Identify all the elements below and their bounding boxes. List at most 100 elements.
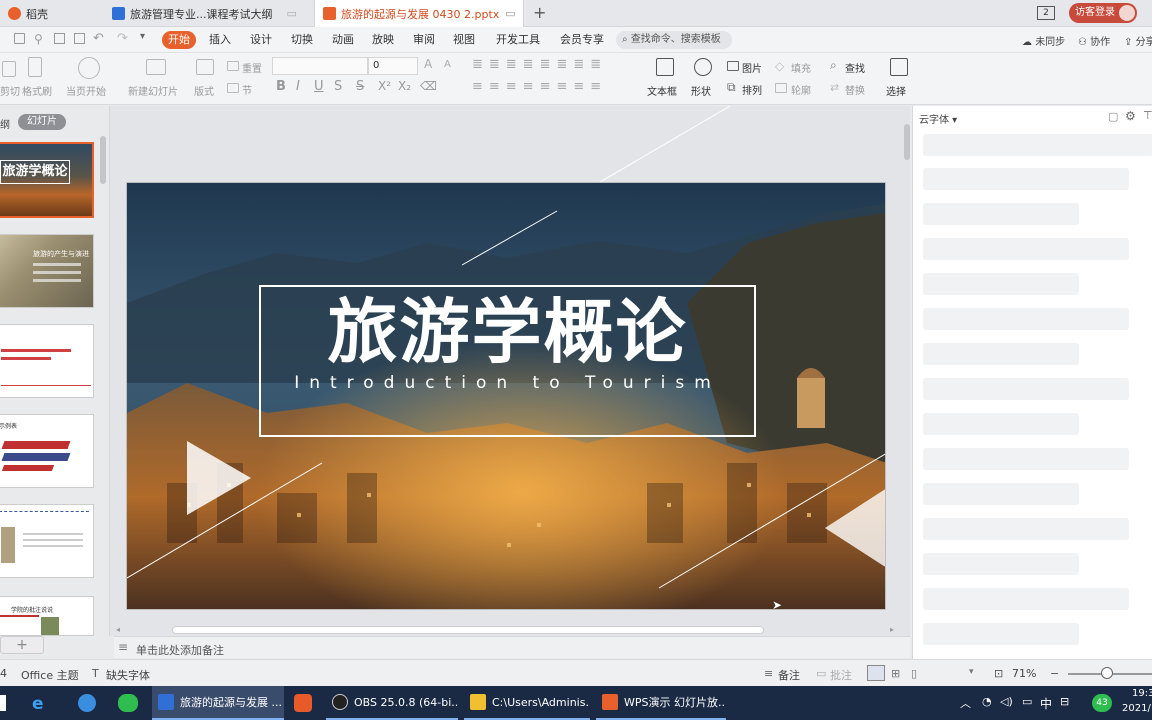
page-count-indicator[interactable]: 2	[1037, 6, 1055, 20]
menu-review[interactable]: 审阅	[407, 31, 441, 49]
zoom-level[interactable]: 71%	[1012, 667, 1036, 680]
command-search[interactable]: ⌕ 查找命令、搜索模板	[616, 31, 732, 49]
slide-thumb-6[interactable]: 学院的批注说说	[0, 596, 94, 636]
network-icon[interactable]: ◔	[982, 695, 992, 708]
grid-view-icon[interactable]: ⊞	[891, 667, 900, 680]
brave-browser-icon[interactable]	[294, 694, 312, 712]
redo-icon[interactable]: ↷	[117, 31, 128, 46]
shadow-icon[interactable]: S	[334, 79, 342, 94]
fit-window-icon[interactable]: ⊡	[994, 667, 1003, 680]
zoom-out-icon[interactable]: −	[1050, 667, 1059, 680]
slide-1[interactable]: 旅游学概论 Introduction to Tourism	[126, 182, 886, 610]
settings-gear-icon[interactable]: ⚙	[1125, 109, 1136, 123]
bold-icon[interactable]: B	[276, 79, 286, 94]
print-preview-icon[interactable]	[74, 33, 85, 44]
canvas-vertical-scrollbar[interactable]	[904, 124, 910, 160]
increase-font-icon[interactable]: A	[424, 57, 432, 71]
fill-icon[interactable]: ◇	[775, 59, 784, 73]
quick-access-dropdown-icon[interactable]: ▾	[140, 31, 145, 42]
volume-icon[interactable]: ◁)	[1000, 695, 1013, 708]
cloud-save-icon[interactable]: ⚲	[34, 32, 43, 46]
format-painter-icon[interactable]	[28, 57, 42, 77]
slide-thumb-2[interactable]: 旅游的产生与演进	[0, 234, 94, 308]
tray-expand-icon[interactable]: ︿	[960, 695, 971, 711]
replace-icon[interactable]: ⇄	[830, 81, 839, 94]
ie-browser-icon[interactable]: e	[32, 694, 44, 714]
strikethrough-icon[interactable]: S	[356, 79, 364, 94]
menu-view[interactable]: 视图	[447, 31, 481, 49]
reset-icon[interactable]	[227, 61, 239, 71]
task-explorer[interactable]: C:\Users\Adminis...	[464, 686, 590, 720]
outline-icon[interactable]	[775, 83, 787, 93]
menu-transition[interactable]: 切换	[285, 31, 319, 49]
arrange-icon[interactable]: ⧉	[727, 80, 736, 95]
menu-animation[interactable]: 动画	[326, 31, 360, 49]
menu-design[interactable]: 设计	[244, 31, 278, 49]
tray-notification-badge[interactable]: 43	[1092, 694, 1112, 712]
section-icon[interactable]	[227, 83, 239, 93]
theme-name[interactable]: Office 主题	[21, 667, 79, 683]
ime-indicator[interactable]: 中	[1040, 695, 1052, 712]
underline-icon[interactable]: U	[314, 79, 324, 94]
slide-thumb-5[interactable]	[0, 504, 94, 578]
new-tab-button[interactable]: +	[533, 3, 546, 22]
select-icon[interactable]	[890, 58, 908, 76]
shape-icon[interactable]	[694, 58, 712, 76]
visitor-login-button[interactable]: 访客登录	[1069, 3, 1137, 23]
thumbnail-scrollbar[interactable]	[100, 136, 106, 184]
textbox-icon[interactable]	[656, 58, 674, 76]
task-wps-presentation[interactable]: WPS演示 幻灯片放...	[596, 686, 726, 720]
start-icon[interactable]	[0, 695, 6, 711]
find-icon[interactable]: ⌕	[830, 58, 837, 73]
list-tools-row[interactable]: ≣≣≣≣≣≣≣≣	[472, 57, 607, 72]
outline-tab[interactable]: 纲	[0, 116, 10, 131]
canvas-horizontal-scrollbar[interactable]	[172, 626, 764, 634]
share-button[interactable]: ⇪ 分享	[1124, 33, 1152, 48]
clear-format-icon[interactable]: ⌫	[420, 79, 437, 93]
slide-subtitle[interactable]: Introduction to Tourism	[259, 373, 756, 393]
notes-pane[interactable]: ≡ 单击此处添加备注	[114, 636, 910, 658]
play-from-current-icon[interactable]	[78, 57, 100, 79]
slides-tab[interactable]: 幻灯片	[18, 114, 66, 130]
superscript-icon[interactable]: X²	[378, 79, 391, 93]
app-circle-icon[interactable]	[78, 694, 96, 712]
slide-thumb-1[interactable]: 旅游学概论	[0, 142, 94, 218]
zoom-slider-thumb[interactable]	[1101, 667, 1113, 679]
reading-view-icon[interactable]: ▯	[911, 667, 917, 680]
wechat-icon[interactable]	[118, 694, 138, 712]
task-obs[interactable]: OBS 25.0.8 (64-bi...	[326, 686, 458, 720]
layout-icon[interactable]	[196, 59, 214, 75]
play-dropdown-icon[interactable]: ▾	[969, 667, 974, 677]
scroll-right-icon[interactable]: ▸	[890, 625, 894, 634]
slide-title[interactable]: 旅游学概论	[259, 287, 756, 377]
italic-icon[interactable]: I	[296, 79, 300, 94]
tab-pptx-active[interactable]: 旅游的起源与发展 0430 2.pptx ▭ ✕	[314, 0, 524, 27]
comment-icon[interactable]: ▢	[1108, 110, 1118, 123]
slide-thumb-4[interactable]: 示例表	[0, 414, 94, 488]
menu-home[interactable]: 开始	[162, 31, 196, 49]
clock-date[interactable]: 2021/	[1122, 703, 1151, 714]
notes-toggle-button[interactable]: 备注	[778, 667, 800, 683]
slide-thumb-3[interactable]	[0, 324, 94, 398]
tab-daoke[interactable]: 稻壳	[0, 0, 102, 27]
scroll-left-icon[interactable]: ◂	[116, 625, 120, 634]
close-tab-icon[interactable]: ✕	[522, 6, 523, 21]
add-slide-button[interactable]: +	[0, 636, 44, 654]
undo-icon[interactable]: ↶	[93, 31, 104, 46]
normal-view-icon[interactable]	[867, 665, 885, 681]
missing-font-button[interactable]: 缺失字体	[106, 667, 150, 683]
sync-status[interactable]: ☁ 未同步	[1022, 33, 1065, 48]
comments-toggle-button[interactable]: 批注	[830, 667, 852, 683]
new-slide-icon[interactable]	[146, 59, 166, 75]
subscript-icon[interactable]: X₂	[398, 79, 411, 93]
print-icon[interactable]	[54, 33, 65, 44]
menu-slideshow[interactable]: 放映	[366, 31, 400, 49]
menu-developer[interactable]: 开发工具	[490, 31, 546, 49]
menu-insert[interactable]: 插入	[203, 31, 237, 49]
save-icon[interactable]	[14, 33, 25, 44]
pin-icon[interactable]: ⊤	[1143, 109, 1152, 122]
align-tools-row[interactable]: ≡≡≡≡≡≡≡≡	[472, 79, 607, 94]
clock-time[interactable]: 19:3	[1132, 688, 1152, 699]
cut-icon[interactable]	[2, 61, 16, 77]
input-mode-icon[interactable]: ▭	[1022, 695, 1032, 708]
